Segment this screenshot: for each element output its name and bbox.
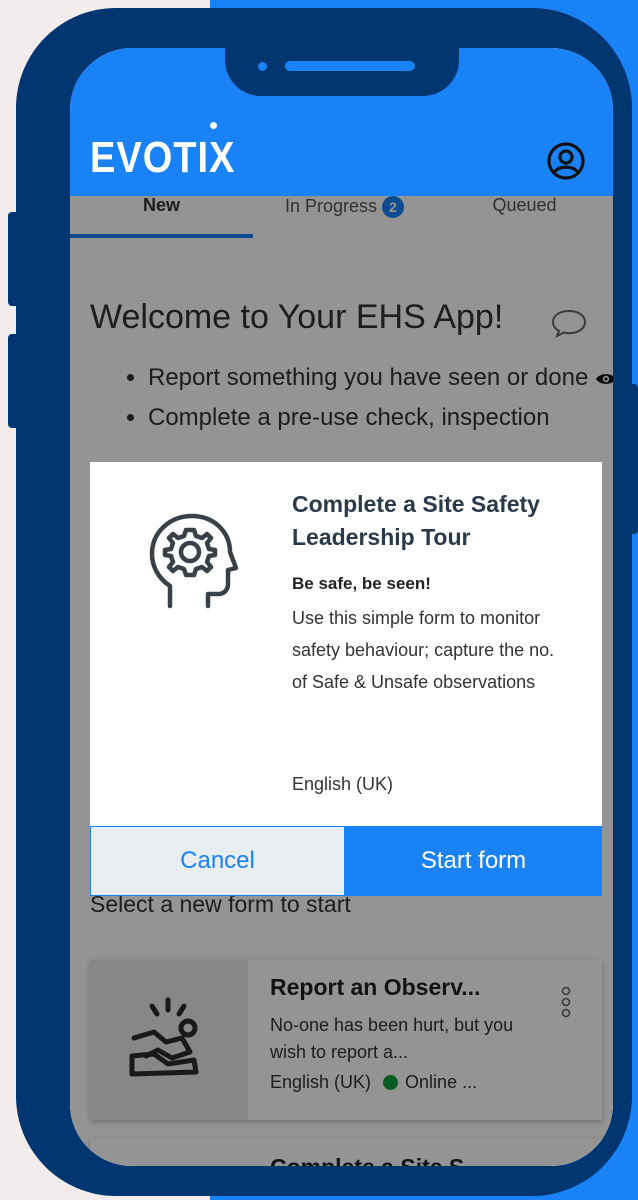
- head-gear-icon: [149, 513, 238, 609]
- user-circle-icon[interactable]: [546, 141, 586, 181]
- start-form-button[interactable]: Start form: [345, 826, 602, 896]
- camera-dot: [258, 62, 267, 71]
- dialog-title: Complete a Site Safety Leadership Tour: [292, 491, 540, 550]
- app-header: EVOTIX: [70, 48, 613, 196]
- dialog-description: Use this simple form to monitor safety b…: [292, 608, 555, 692]
- cancel-button[interactable]: Cancel: [90, 826, 345, 896]
- start-form-dialog: Complete a Site Safety Leadership Tour B…: [90, 462, 602, 896]
- phone-frame: EVOTIX New In Progress 2 Queued Welcome …: [16, 8, 632, 1196]
- speaker-bar: [285, 61, 415, 71]
- phone-notch: [225, 48, 459, 96]
- evotix-logo: EVOTIX: [90, 134, 236, 183]
- dialog-subtitle: Be safe, be seen!: [292, 574, 431, 593]
- logo-dot: [210, 122, 217, 129]
- app-screen: EVOTIX New In Progress 2 Queued Welcome …: [70, 48, 613, 1166]
- dialog-language: English (UK): [292, 774, 394, 794]
